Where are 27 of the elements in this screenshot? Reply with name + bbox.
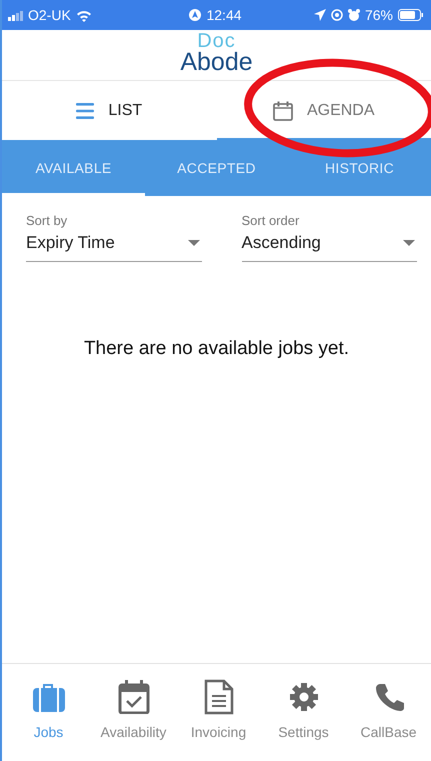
signal-icon	[8, 10, 23, 20]
dropdown-caret-icon	[403, 240, 415, 246]
gear-icon	[288, 682, 318, 712]
wifi-icon	[76, 8, 92, 22]
location-arrow-icon	[314, 9, 326, 21]
battery-percent: 76%	[364, 7, 394, 23]
job-tab[interactable]: ACCEPTED	[145, 140, 288, 196]
clock-time: 12:44	[206, 7, 242, 23]
battery-icon	[398, 9, 424, 21]
logo-text: Doc	[197, 31, 236, 51]
empty-message: There are no available jobs yet.	[84, 338, 350, 361]
briefcase-icon	[32, 681, 66, 713]
sort-dropdown[interactable]: Expiry Time	[26, 233, 202, 262]
calendar-check-icon	[118, 680, 150, 714]
document-icon	[204, 679, 234, 715]
job-tab[interactable]: HISTORIC	[288, 140, 431, 196]
field-label: Sort order	[242, 213, 300, 228]
phone-icon	[374, 682, 404, 712]
alarm-icon	[348, 9, 360, 21]
logo-text: Abode	[180, 50, 253, 75]
sort-dropdown[interactable]: Ascending	[242, 233, 417, 262]
carrier-name: O2-UK	[28, 7, 71, 23]
job-tab[interactable]: AVAILABLE	[2, 140, 145, 196]
field-label: Sort by	[26, 213, 68, 228]
calendar-icon	[272, 100, 293, 120]
dropdown-caret-icon	[188, 240, 200, 246]
menu-icon	[76, 102, 94, 120]
